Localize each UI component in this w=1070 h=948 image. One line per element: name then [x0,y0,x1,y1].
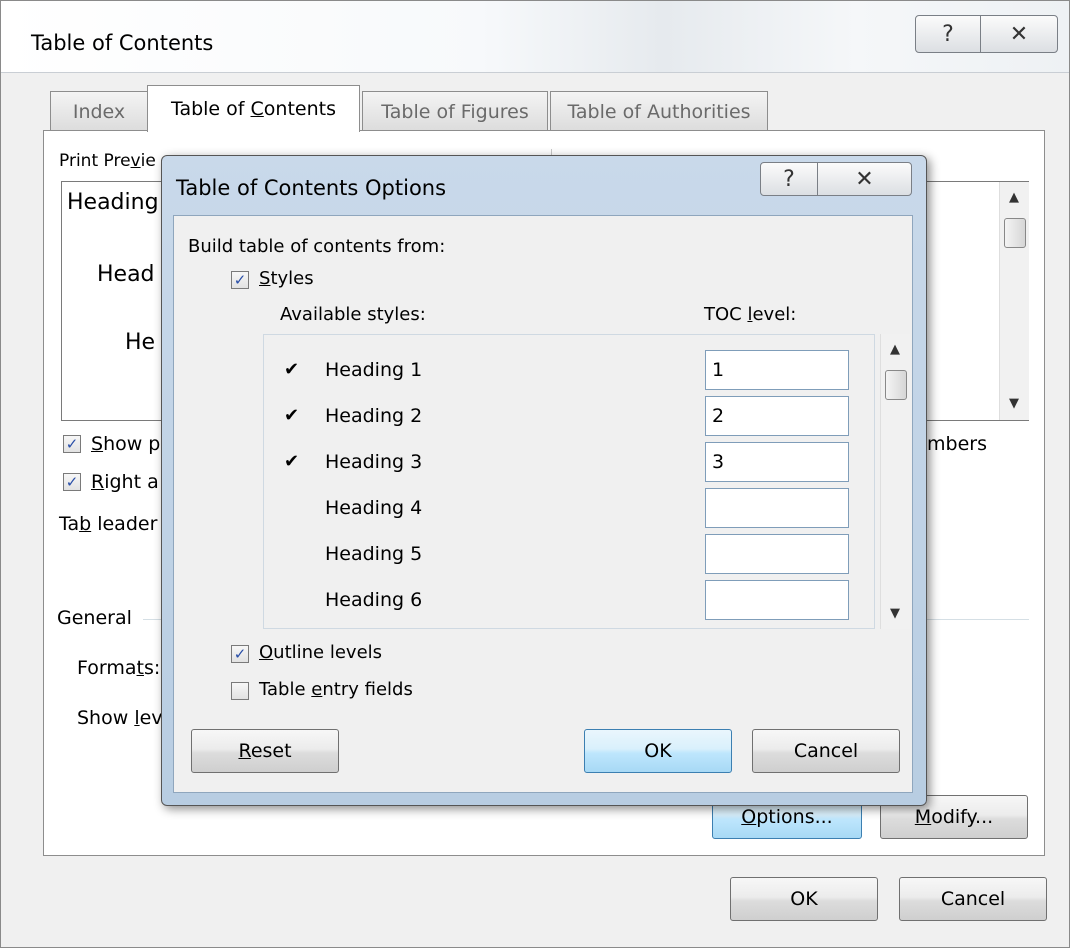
style-name-1[interactable]: Heading 1 [325,359,422,381]
modify-button-label: Modify... [914,806,994,828]
toc-level-input-6[interactable] [705,580,849,620]
reset-button[interactable]: Reset [191,729,339,773]
tab-authorities-label: Table of Authorities [567,100,751,123]
style-name-6[interactable]: Heading 6 [325,589,422,611]
general-group-line-right [927,619,1029,620]
tab-leader-label: Tab leader [59,513,158,535]
close-button[interactable]: ✕ [980,15,1058,53]
scroll-down-icon[interactable]: ▼ [1009,396,1019,411]
show-page-numbers-checkbox[interactable]: ✓ [63,435,81,453]
options-close-button[interactable]: ✕ [817,162,912,196]
outline-levels-checkbox[interactable]: ✓ [231,645,249,663]
cancel-button-label: Cancel [940,888,1006,910]
style-name-4[interactable]: Heading 4 [325,497,422,519]
tab-table-of-figures[interactable]: Table of Figures [362,91,548,131]
options-cancel-label: Cancel [793,740,859,762]
close-icon: ✕ [855,166,874,192]
preview-heading-3: He [125,330,156,355]
close-icon: ✕ [1009,21,1029,47]
help-icon: ? [942,21,954,47]
print-preview-label: Print Previe [59,151,156,171]
available-styles-label: Available styles: [280,304,426,325]
toc-level-input-5[interactable] [705,534,849,574]
show-levels-label: Show lev [77,707,163,729]
style-check-2: ✔ [284,405,300,426]
tab-table-of-contents[interactable]: Table of Contents [147,85,360,132]
right-align-checkbox[interactable]: ✓ [63,473,81,491]
ok-button[interactable]: OK [730,877,878,921]
options-button-label: Options... [741,806,833,828]
style-check-3: ✔ [284,451,300,472]
toc-level-input-3[interactable]: 3 [705,442,849,482]
general-group-line [143,619,163,620]
style-name-5[interactable]: Heading 5 [325,543,422,565]
preview-heading-1: Heading [67,190,159,215]
tab-figures-label: Table of Figures [381,100,529,123]
styles-label: Styles [259,268,314,289]
outline-levels-label: Outline levels [259,642,383,663]
styles-list-scrollbar[interactable]: ▲ ▼ [880,334,910,629]
tab-index[interactable]: Index [50,91,148,131]
toc-level-input-2[interactable]: 2 [705,396,849,436]
main-title-bar: Table of Contents ? ✕ [1,1,1069,73]
style-name-2[interactable]: Heading 2 [325,405,422,427]
scroll-up-icon[interactable]: ▲ [1009,190,1019,205]
table-entry-fields-label: Table entry fields [259,679,413,700]
options-ok-button[interactable]: OK [584,729,732,773]
ok-button-label: OK [790,888,818,910]
reset-button-label: Reset [238,740,292,762]
show-page-numbers-label: Show p [91,433,161,455]
preview-heading-2: Head [97,262,155,287]
style-check-1: ✔ [284,359,300,380]
toc-level-label: TOC level: [704,304,797,325]
toc-level-input-4[interactable] [705,488,849,528]
scroll-thumb[interactable] [1004,218,1026,248]
options-client-area: Build table of contents from: ✓ Styles A… [173,215,913,793]
general-group-label: General [57,607,132,629]
toc-options-dialog: Table of Contents Options ? ✕ Build tabl… [161,155,927,806]
cancel-button[interactable]: Cancel [899,877,1047,921]
tab-toc-label: Table of Contents [170,98,336,120]
build-from-label: Build table of contents from: [188,236,446,257]
scroll-up-icon[interactable]: ▲ [890,342,900,357]
table-entry-fields-checkbox[interactable] [231,682,249,700]
styles-checkbox[interactable]: ✓ [231,271,249,289]
help-button[interactable]: ? [915,15,981,53]
options-help-button[interactable]: ? [760,162,818,196]
available-styles-list: ✔ Heading 1 1 ✔ Heading 2 2 ✔ Heading 3 … [263,334,875,629]
options-dialog-title: Table of Contents Options [176,176,447,200]
help-icon: ? [783,166,795,192]
tab-table-of-authorities[interactable]: Table of Authorities [550,91,768,131]
tab-index-label: Index [72,100,126,123]
formats-label: Formats: [77,657,161,679]
web-preview-scrollbar[interactable]: ▲ ▼ [999,182,1029,420]
options-ok-label: OK [644,740,672,762]
options-cancel-button[interactable]: Cancel [752,729,900,773]
main-dialog-title: Table of Contents [31,31,214,55]
right-align-label: Right a [91,471,159,493]
web-page-numbers-label: mbers [927,433,987,455]
style-name-3[interactable]: Heading 3 [325,451,422,473]
toc-level-input-1[interactable]: 1 [705,350,849,390]
scroll-down-icon[interactable]: ▼ [890,606,900,621]
scroll-thumb[interactable] [885,370,907,400]
